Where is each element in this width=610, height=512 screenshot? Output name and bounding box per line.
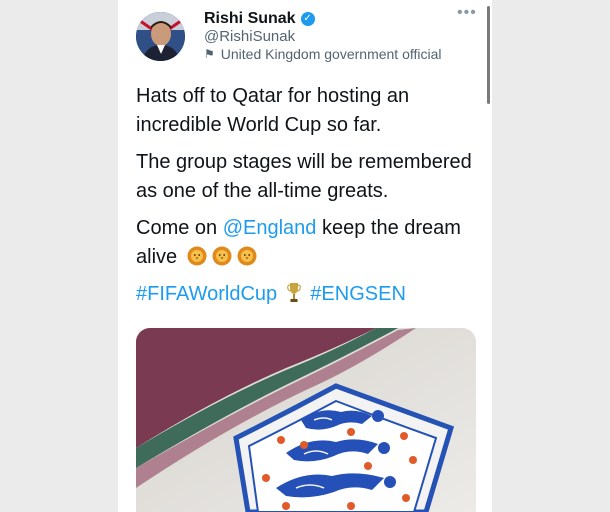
lion-face-emoji <box>187 246 207 266</box>
lion-face-emoji <box>237 246 257 266</box>
more-options-icon[interactable]: ••• <box>457 4 477 22</box>
avatar[interactable] <box>136 12 185 61</box>
government-label[interactable]: ⚑ United Kingdom government official <box>204 46 442 62</box>
tweet-card[interactable]: Rishi Sunak ✓ ••• @RishiSunak ⚑ United K… <box>118 0 492 512</box>
author-name[interactable]: Rishi Sunak <box>204 10 296 28</box>
hashtags-row: #FIFAWorldCup #ENGSEN <box>136 280 481 309</box>
scrollbar[interactable] <box>487 6 490 104</box>
tweet-text-paragraph-1: Hats off to Qatar for hosting an incredi… <box>136 85 410 136</box>
mention-link[interactable]: @England <box>223 217 317 239</box>
tweet-image-england-crest[interactable] <box>136 328 476 512</box>
tweet-text-paragraph-3: Come on @England keep the dream alive <box>136 214 481 272</box>
lion-emojis <box>187 246 257 266</box>
tweet-text-before-mention: Come on <box>136 217 223 239</box>
author-handle[interactable]: @RishiSunak <box>204 28 295 45</box>
trophy-emoji <box>286 283 301 302</box>
government-flag-icon: ⚑ <box>204 47 215 61</box>
lion-face-emoji <box>212 246 232 266</box>
hashtag-fifaworldcup[interactable]: #FIFAWorldCup <box>136 283 277 305</box>
hashtag-engsen[interactable]: #ENGSEN <box>310 283 406 305</box>
tweet-text-paragraph-2: The group stages will be remembered as o… <box>136 151 472 202</box>
verified-badge-icon: ✓ <box>300 12 315 26</box>
government-label-text: United Kingdom government official <box>220 46 442 62</box>
